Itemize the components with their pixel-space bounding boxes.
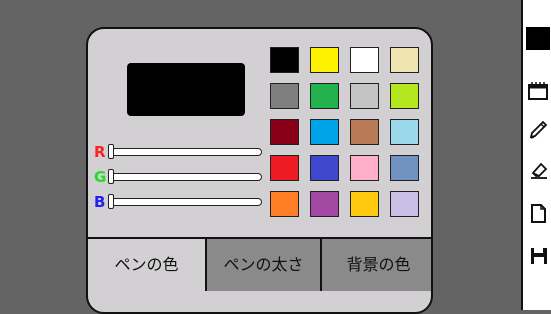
pencil-icon — [529, 120, 548, 139]
color-swatch[interactable] — [350, 191, 379, 217]
save-icon — [531, 248, 547, 264]
color-swatch[interactable] — [310, 155, 339, 181]
palette-icon — [528, 82, 548, 100]
new-file-icon — [531, 204, 546, 223]
slider-track-green[interactable] — [110, 173, 262, 181]
color-swatch[interactable] — [350, 155, 379, 181]
tab-pen-width[interactable]: ペンの太さ — [205, 239, 320, 291]
slider-blue[interactable]: B — [91, 193, 262, 211]
color-swatch[interactable] — [390, 47, 419, 73]
pencil-button[interactable] — [523, 115, 551, 145]
color-swatch[interactable] — [390, 83, 419, 109]
color-swatch[interactable] — [270, 47, 299, 73]
color-swatch[interactable] — [350, 119, 379, 145]
color-settings-panel: R G B ペンの色 ペンの太さ 背景の色 — [86, 27, 433, 314]
color-swatch[interactable] — [390, 191, 419, 217]
slider-thumb-red[interactable] — [108, 144, 114, 159]
slider-label-green: G — [94, 168, 107, 186]
current-color-swatch — [526, 27, 550, 50]
color-swatch[interactable] — [350, 83, 379, 109]
save-button[interactable] — [523, 241, 551, 271]
color-swatch[interactable] — [270, 191, 299, 217]
color-swatch[interactable] — [270, 155, 299, 181]
slider-red[interactable]: R — [91, 143, 262, 161]
color-swatch[interactable] — [310, 47, 339, 73]
right-toolbar — [521, 0, 551, 310]
color-swatch[interactable] — [310, 191, 339, 217]
color-preview — [127, 63, 245, 116]
eraser-icon — [531, 162, 548, 179]
slider-label-blue: B — [94, 193, 106, 211]
current-color-button[interactable] — [523, 23, 551, 53]
palette-button[interactable] — [523, 76, 551, 106]
color-swatch[interactable] — [310, 83, 339, 109]
panel-tabs: ペンの色 ペンの太さ 背景の色 — [88, 237, 431, 312]
slider-thumb-blue[interactable] — [108, 194, 114, 209]
color-swatch[interactable] — [270, 119, 299, 145]
color-swatch[interactable] — [390, 155, 419, 181]
color-swatch[interactable] — [350, 47, 379, 73]
slider-green[interactable]: G — [91, 168, 262, 186]
new-file-button[interactable] — [523, 199, 551, 229]
slider-track-blue[interactable] — [110, 198, 262, 206]
color-swatch[interactable] — [310, 119, 339, 145]
tab-pen-color[interactable]: ペンの色 — [88, 239, 205, 291]
slider-track-red[interactable] — [110, 148, 262, 156]
color-swatch[interactable] — [270, 83, 299, 109]
tab-background-color[interactable]: 背景の色 — [320, 239, 431, 291]
slider-thumb-green[interactable] — [108, 169, 114, 184]
slider-label-red: R — [94, 143, 106, 161]
color-swatch[interactable] — [390, 119, 419, 145]
eraser-button[interactable] — [523, 155, 551, 185]
